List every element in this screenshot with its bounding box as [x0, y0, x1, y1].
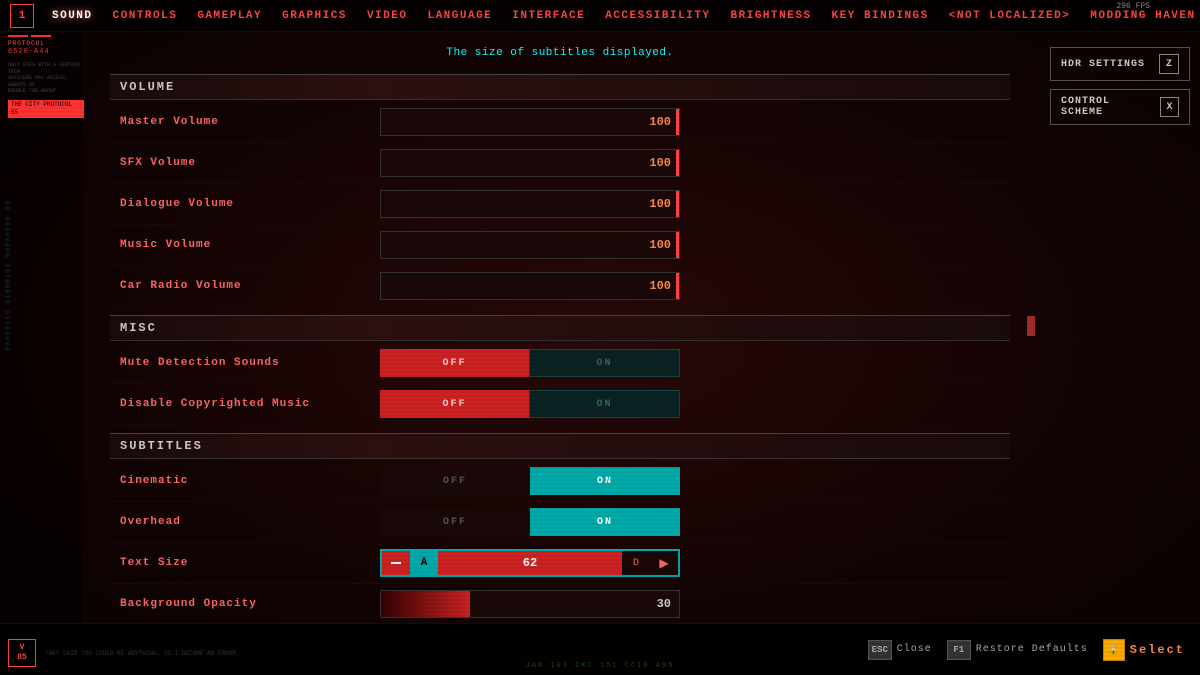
- overhead-control[interactable]: OFF ON: [380, 508, 680, 536]
- text-size-label: Text Size: [120, 557, 380, 569]
- mute-detection-row: Mute Detection Sounds OFF ON: [110, 343, 1010, 384]
- disable-music-label: Disable Copyrighted Music: [120, 398, 380, 410]
- car-radio-volume-value: 100: [649, 279, 671, 293]
- volume-section: Volume Master Volume 100 SFX Volume 100 …: [110, 74, 1010, 307]
- left-vertical-text: 00000110 01000101 00000000 80: [5, 200, 13, 351]
- mute-detection-off-btn[interactable]: OFF: [380, 349, 529, 377]
- text-size-d-button[interactable]: D: [622, 551, 650, 575]
- dialogue-volume-row: Dialogue Volume 100: [110, 184, 1010, 225]
- nav-item-controls[interactable]: CONTROLS: [103, 10, 188, 22]
- nav-item-graphics[interactable]: GRAPHICS: [272, 10, 357, 22]
- disable-music-row: Disable Copyrighted Music OFF ON: [110, 384, 1010, 425]
- restore-label: Restore Defaults: [976, 644, 1088, 655]
- nav-item-interface[interactable]: INTERFACE: [502, 10, 595, 22]
- bg-opacity-value: 30: [657, 597, 671, 611]
- nav-box-1: 1: [10, 4, 34, 28]
- cinematic-row: Cinematic OFF ON: [110, 461, 1010, 502]
- right-edge-decoration: [1027, 316, 1035, 336]
- restore-key: F1: [947, 640, 971, 660]
- sfx-volume-control[interactable]: 100: [380, 149, 680, 177]
- disable-music-on-btn[interactable]: ON: [529, 390, 680, 418]
- dialogue-volume-control[interactable]: 100: [380, 190, 680, 218]
- disable-music-off-btn[interactable]: OFF: [380, 390, 529, 418]
- overhead-label: Overhead: [120, 516, 380, 528]
- music-volume-value: 100: [649, 238, 671, 252]
- hdr-settings-button[interactable]: HDR SETTINGS Z: [1050, 47, 1190, 81]
- volume-header: Volume: [110, 74, 1010, 100]
- cinematic-label: Cinematic: [120, 475, 380, 487]
- disable-music-control[interactable]: OFF ON: [380, 390, 680, 418]
- misc-section: Misc Mute Detection Sounds OFF ON Disabl…: [110, 315, 1010, 425]
- cinematic-off-btn[interactable]: OFF: [380, 467, 530, 495]
- right-panel: HDR SETTINGS Z CONTROL SCHEME X: [1040, 32, 1200, 620]
- subtitles-header: Subtitles: [110, 433, 1010, 459]
- master-volume-row: Master Volume 100: [110, 102, 1010, 143]
- misc-header: Misc: [110, 315, 1010, 341]
- dialogue-volume-label: Dialogue Volume: [120, 198, 380, 210]
- music-volume-label: Music Volume: [120, 239, 380, 251]
- bottom-coords: JAN 103 CKC 151 CC10 A95: [526, 662, 675, 670]
- close-label: Close: [897, 644, 932, 655]
- text-size-track: 62: [438, 551, 622, 575]
- overhead-on-btn[interactable]: ON: [530, 508, 680, 536]
- close-key: ESC: [868, 640, 892, 660]
- mute-detection-control[interactable]: OFF ON: [380, 349, 680, 377]
- dialogue-volume-value: 100: [649, 197, 671, 211]
- nav-item-keybindings[interactable]: KEY BINDINGS: [822, 10, 939, 22]
- lock-icon: 🔒: [1103, 639, 1125, 661]
- hdr-settings-key: Z: [1159, 54, 1179, 74]
- subtitles-section: Subtitles Cinematic OFF ON Overhead OFF …: [110, 433, 1010, 620]
- left-panel: PROTOCOL 6520-A44 ONLY EYES WITH A CERTA…: [0, 0, 85, 675]
- text-size-value: 62: [523, 556, 537, 570]
- text-size-decrement-btn[interactable]: [382, 551, 410, 575]
- cinematic-on-btn[interactable]: ON: [530, 467, 680, 495]
- top-nav: 1 SOUND CONTROLS GAMEPLAY GRAPHICS VIDEO…: [0, 0, 1200, 32]
- nav-item-accessibility[interactable]: ACCESSIBILITY: [595, 10, 720, 22]
- nav-item-brightness[interactable]: BRIGHTNESS: [721, 10, 822, 22]
- music-volume-row: Music Volume 100: [110, 225, 1010, 266]
- overhead-row: Overhead OFF ON: [110, 502, 1010, 543]
- select-button[interactable]: 🔒 Select: [1103, 639, 1185, 661]
- car-radio-volume-row: Car Radio Volume 100: [110, 266, 1010, 307]
- text-size-a-button[interactable]: A: [410, 551, 438, 575]
- bg-opacity-control[interactable]: 30: [380, 590, 680, 618]
- music-volume-control[interactable]: 100: [380, 231, 680, 259]
- overhead-off-btn[interactable]: OFF: [380, 508, 530, 536]
- sfx-volume-label: SFX Volume: [120, 157, 380, 169]
- text-size-increment-btn[interactable]: ▶: [650, 551, 678, 575]
- control-scheme-key: X: [1160, 97, 1179, 117]
- mute-detection-label: Mute Detection Sounds: [120, 357, 380, 369]
- nav-item-moddinghaven[interactable]: MODDING HAVEN: [1080, 10, 1200, 22]
- nav-item-video[interactable]: VIDEO: [357, 10, 418, 22]
- sfx-volume-row: SFX Volume 100: [110, 143, 1010, 184]
- car-radio-volume-label: Car Radio Volume: [120, 280, 380, 292]
- select-label: Select: [1130, 643, 1185, 657]
- master-volume-value: 100: [649, 115, 671, 129]
- bg-opacity-row: Background Opacity 30: [110, 584, 1010, 620]
- restore-defaults-button[interactable]: F1 Restore Defaults: [947, 640, 1088, 660]
- subtitle-hint: The size of subtitles displayed.: [110, 47, 1010, 59]
- bottom-tiny-text: THEY SAID YOU COULD BE ANYTHING, SO I BE…: [45, 650, 245, 657]
- hdr-settings-label: HDR SETTINGS: [1061, 59, 1145, 70]
- close-button[interactable]: ESC Close: [868, 640, 932, 660]
- sfx-volume-value: 100: [649, 156, 671, 170]
- text-size-control[interactable]: A 62 D ▶: [380, 549, 680, 577]
- nav-item-notlocalized[interactable]: <NOT LOCALIZED>: [939, 10, 1081, 22]
- control-scheme-label: CONTROL SCHEME: [1061, 96, 1154, 118]
- mute-detection-on-btn[interactable]: ON: [529, 349, 680, 377]
- master-volume-label: Master Volume: [120, 116, 380, 128]
- car-radio-volume-control[interactable]: 100: [380, 272, 680, 300]
- fps-display: 296 FPS: [1116, 2, 1150, 11]
- bg-opacity-label: Background Opacity: [120, 598, 380, 610]
- main-content: The size of subtitles displayed. Volume …: [90, 32, 1030, 620]
- cinematic-control[interactable]: OFF ON: [380, 467, 680, 495]
- nav-item-gameplay[interactable]: GAMEPLAY: [187, 10, 272, 22]
- nav-item-sound[interactable]: SOUND: [42, 10, 103, 22]
- master-volume-control[interactable]: 100: [380, 108, 680, 136]
- control-scheme-button[interactable]: CONTROL SCHEME X: [1050, 89, 1190, 125]
- version-badge: V 85: [8, 639, 36, 667]
- protocol-badge: PROTOCOL 6520-A44 ONLY EYES WITH A CERTA…: [8, 35, 84, 118]
- nav-item-language[interactable]: LANGUAGE: [417, 10, 502, 22]
- text-size-row: Text Size A 62 D ▶: [110, 543, 1010, 584]
